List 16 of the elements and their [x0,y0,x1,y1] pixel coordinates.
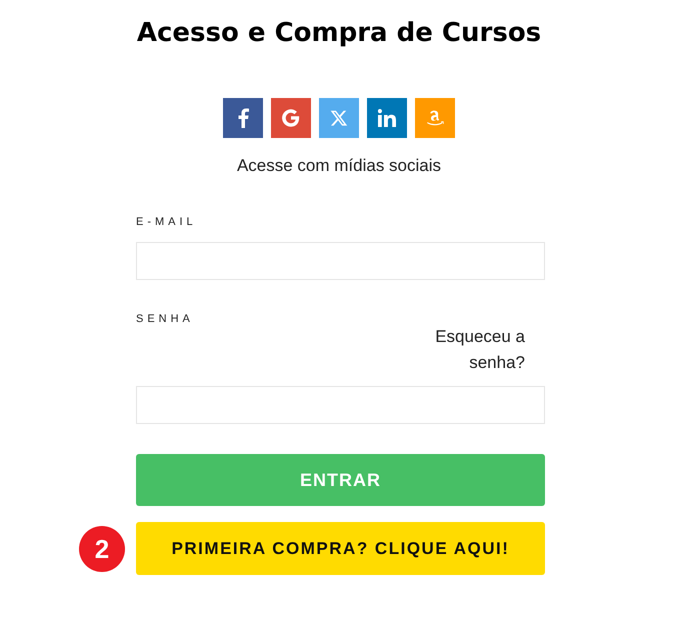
google-icon [282,109,300,127]
field-label: SENHA [136,312,194,326]
x-logo-icon [330,109,348,127]
field-label: E-MAIL [136,215,197,229]
facebook-icon [237,108,249,128]
linkedin-icon [378,109,396,127]
social-login-button[interactable] [271,98,311,138]
password-field[interactable] [136,386,545,424]
step-badge: 2 [79,526,125,572]
forgot-password-link[interactable]: Esqueceu a senha? [425,324,525,376]
page-title: Acesso e Compra de Cursos [136,17,542,50]
social-login-button[interactable] [223,98,263,138]
social-caption: Acesse com mídias sociais [236,155,442,177]
social-login-button[interactable] [367,98,407,138]
first-purchase-button[interactable]: PRIMEIRA COMPRA? CLIQUE AQUI! [136,522,545,575]
email-field[interactable] [136,242,545,280]
